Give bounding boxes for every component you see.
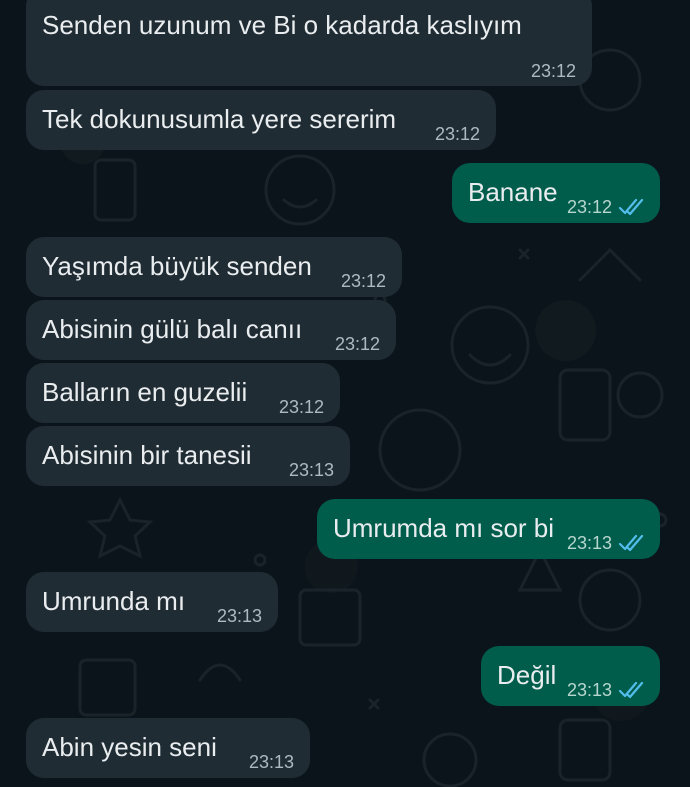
message-bubble[interactable]: Abisinin bir tanesii 23:13 — [26, 426, 350, 486]
message-time: 23:13 — [288, 460, 334, 480]
message-time: 23:13 — [567, 528, 646, 558]
message-bubble[interactable]: Abin yesin seni 23:13 — [26, 718, 310, 778]
message-time: 23:12 — [334, 334, 380, 354]
read-double-check-icon — [618, 681, 646, 699]
message-text: Abisinin bir tanesii — [42, 440, 252, 470]
message-bubble[interactable]: Yaşımda büyük senden 23:12 — [26, 237, 402, 297]
message-text: Balların en guzelii — [42, 377, 248, 407]
message-text: Senden uzunum ve Bi o kadarda kaslıyım — [42, 10, 522, 40]
message-bubble[interactable]: Değil 23:13 — [481, 646, 660, 706]
message-time: 23:12 — [530, 61, 576, 81]
message-bubble[interactable]: Umrumda mı sor bi 23:13 — [317, 499, 660, 559]
message-bubble[interactable]: Umrunda mı 23:13 — [26, 572, 278, 632]
message-text: Yaşımda büyük senden — [42, 251, 312, 281]
message-text: Değil — [497, 660, 557, 690]
message-bubble[interactable]: Senden uzunum ve Bi o kadarda kaslıyım 2… — [26, 0, 592, 86]
message-text: Umrumda mı sor bi — [333, 513, 555, 543]
message-text: Abin yesin seni — [42, 732, 217, 762]
message-text: Abisinin gülü balı canıı — [42, 314, 303, 344]
read-double-check-icon — [618, 534, 646, 552]
message-text: Banane — [468, 177, 558, 207]
message-time: 23:12 — [340, 271, 386, 291]
read-double-check-icon — [618, 198, 646, 216]
message-time: 23:12 — [278, 397, 324, 417]
message-time: 23:13 — [567, 675, 646, 705]
message-bubble[interactable]: Balların en guzelii 23:12 — [26, 363, 340, 423]
message-bubble[interactable]: Tek dokunusumla yere sererim 23:12 — [26, 90, 496, 150]
message-bubble[interactable]: Banane 23:12 — [452, 163, 660, 223]
message-time: 23:12 — [567, 192, 646, 222]
message-time: 23:13 — [216, 606, 262, 626]
message-time: 23:13 — [248, 752, 294, 772]
message-text: Umrunda mı — [42, 586, 186, 616]
chat-area[interactable]: Senden uzunum ve Bi o kadarda kaslıyım 2… — [0, 0, 690, 787]
message-bubble[interactable]: Abisinin gülü balı canıı 23:12 — [26, 300, 396, 360]
message-time: 23:12 — [434, 124, 480, 144]
message-text: Tek dokunusumla yere sererim — [42, 104, 397, 134]
